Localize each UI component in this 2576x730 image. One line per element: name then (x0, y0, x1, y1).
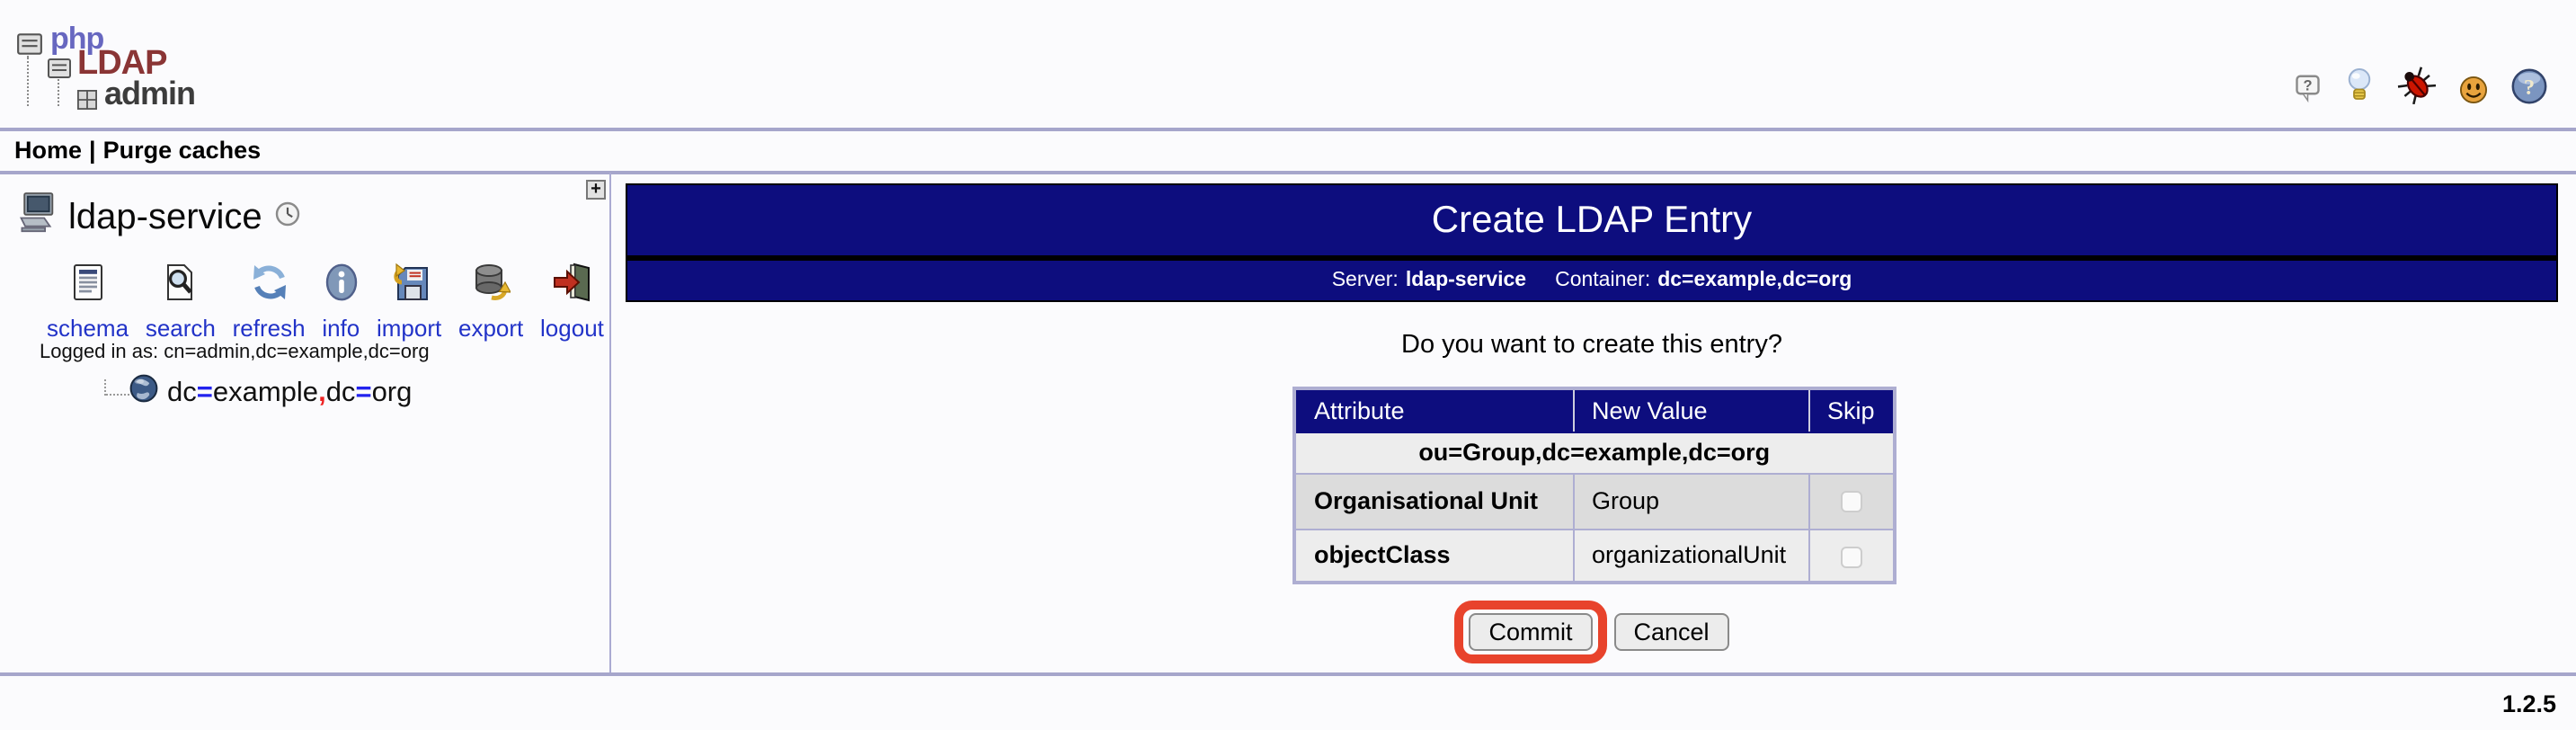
nav-divider (0, 171, 2576, 174)
column-header-skip: Skip (1808, 387, 1896, 432)
import-floppy-icon (389, 263, 429, 311)
version-label: 1.2.5 (2501, 690, 2556, 717)
logo-server-icon (16, 32, 43, 65)
attribute-value: organizationalUnit (1572, 528, 1809, 583)
confirm-question: Do you want to create this entry? (1401, 331, 1782, 360)
tree-connector (104, 379, 129, 396)
sidebar-item-label: logout (540, 315, 604, 342)
attribute-name: Organisational Unit (1293, 472, 1574, 530)
sidebar-item-label: info (322, 315, 360, 342)
skip-checkbox[interactable] (1840, 546, 1862, 568)
info-circle-icon (323, 263, 359, 311)
sidebar-item-refresh[interactable]: refresh (233, 263, 306, 342)
phpldapadmin-logo: php LDAP admin (14, 7, 239, 119)
skip-checkbox[interactable] (1840, 491, 1862, 513)
action-buttons: Commit Cancel (626, 601, 2558, 663)
logout-door-icon (552, 263, 591, 311)
phpldapadmin-page: php LDAP admin ? ? Home | Purge caches + l (0, 0, 2576, 730)
column-header-new-value: New Value (1572, 387, 1809, 432)
sidebar-item-schema[interactable]: schema (47, 263, 129, 342)
purge-caches-link[interactable]: Purge caches (103, 137, 262, 164)
page-title: Create LDAP Entry (627, 185, 2556, 261)
sidebar-item-label: search (145, 315, 216, 342)
sidebar-item-info[interactable]: info (322, 263, 360, 342)
header-divider (0, 128, 2576, 131)
cancel-button[interactable]: Cancel (1613, 613, 1729, 651)
search-document-icon (161, 263, 200, 311)
sidebar-item-label: schema (47, 315, 129, 342)
smiley-icon[interactable] (2459, 76, 2488, 104)
logged-in-status: Logged in as: cn=admin,dc=example,dc=org (40, 342, 430, 363)
tree-item-dc-example-dc-org[interactable]: dc=example,dc=org (104, 374, 412, 412)
logo-dotted-trail (58, 79, 59, 106)
svg-text:?: ? (2303, 78, 2312, 94)
sidebar-item-export[interactable]: export (458, 263, 523, 342)
sidebar-item-label: export (458, 315, 524, 342)
server-name: ldap-service (68, 197, 262, 236)
logo-server-icon (47, 56, 72, 88)
footer-divider (0, 672, 2576, 676)
server-container-bar: Server: ldap-service Container: dc=example… (627, 261, 2556, 300)
sidebar-expand-button[interactable]: + (586, 180, 606, 200)
nav-separator: | (89, 137, 96, 164)
bug-icon[interactable] (2396, 65, 2437, 105)
logo-window-icon (77, 86, 97, 119)
schema-document-icon (68, 263, 108, 311)
logo-dotted-trail (27, 56, 29, 106)
home-link[interactable]: Home (14, 137, 82, 164)
sidebar-toolbar: schema search refresh info import export… (47, 263, 604, 342)
server-info: Server: ldap-service (1331, 270, 1527, 291)
server-heading: ldap-service (16, 191, 300, 245)
server-computer-icon (16, 191, 56, 245)
export-database-icon (471, 263, 512, 311)
attribute-name: objectClass (1293, 528, 1574, 583)
sidebar-item-label: refresh (232, 315, 306, 342)
container-info: Container: dc=example,dc=org (1555, 270, 1852, 291)
dn-row: ou=Group,dc=example,dc=org (1293, 431, 1896, 474)
entry-confirm-table: Attribute New Value Skip ou=Group,dc=exa… (1292, 387, 1896, 584)
attribute-value: Group (1572, 472, 1809, 530)
sidebar-item-search[interactable]: search (146, 263, 216, 342)
table-header-row: Attribute New Value Skip (1293, 387, 1896, 432)
light-bulb-icon[interactable] (2346, 67, 2373, 104)
tree-item-dn: dc=example,dc=org (167, 377, 413, 407)
sidebar-item-label: import (377, 315, 442, 342)
commit-highlight-annotation: Commit (1454, 601, 1607, 663)
globe-icon (129, 374, 158, 412)
breadcrumb: Home | Purge caches (14, 137, 261, 164)
table-row: objectClass organizationalUnit (1293, 528, 1896, 583)
svg-text:?: ? (2524, 76, 2535, 100)
sidebar-item-import[interactable]: import (377, 263, 441, 342)
logo-text-admin: admin (104, 76, 196, 111)
header-icon-bar: ? ? (2296, 65, 2547, 105)
clock-icon (275, 200, 300, 235)
column-header-attribute: Attribute (1293, 387, 1574, 432)
sidebar-item-logout[interactable]: logout (540, 263, 604, 342)
question-bubble-icon[interactable]: ? (2296, 74, 2323, 104)
dn-value: ou=Group,dc=example,dc=org (1293, 431, 1896, 474)
sidebar-main-divider (609, 173, 611, 672)
table-row: Organisational Unit Group (1293, 472, 1896, 530)
commit-button[interactable]: Commit (1469, 613, 1593, 651)
refresh-arrows-icon (249, 263, 289, 311)
help-icon[interactable]: ? (2511, 68, 2547, 104)
main-header: Create LDAP Entry Server: ldap-service Co… (626, 183, 2558, 302)
